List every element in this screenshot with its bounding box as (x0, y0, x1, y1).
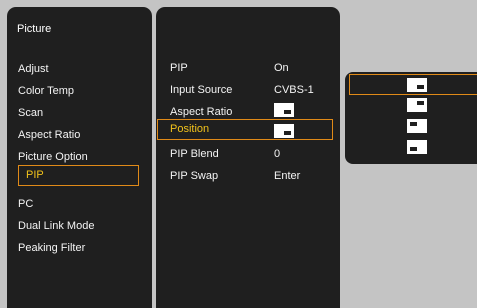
menu-item-pc[interactable]: PC (18, 197, 33, 211)
menu-item-adjust[interactable]: Adjust (18, 62, 49, 76)
menu-item-color-temp[interactable]: Color Temp (18, 84, 74, 98)
menu-item-pip-label: PIP (26, 169, 44, 181)
submenu-label-pip-blend: PIP Blend (170, 148, 219, 160)
submenu-label-pip: PIP (170, 62, 188, 74)
menu-item-picture-option[interactable]: Picture Option (18, 150, 88, 164)
position-option-top-left[interactable] (407, 119, 427, 133)
submenu-value-pip: On (274, 62, 289, 74)
submenu-value-pip-swap: Enter (274, 170, 301, 182)
submenu-label-input-source: Input Source (170, 84, 233, 96)
position-option-top-right[interactable] (407, 98, 427, 112)
pip-submenu-panel: PIP On Input Source CVBS-1 Aspect Ratio … (156, 7, 340, 308)
menu-item-dual-link-mode[interactable]: Dual Link Mode (18, 219, 94, 233)
submenu-label-pip-swap: PIP Swap (170, 170, 219, 182)
position-options-panel (345, 72, 477, 164)
menu-item-pip[interactable]: PIP (18, 165, 139, 186)
picture-menu-panel: Picture Adjust Color Temp Scan Aspect Ra… (7, 7, 152, 308)
submenu-value-input-source: CVBS-1 (274, 84, 314, 96)
position-option-bottom-left[interactable] (407, 140, 427, 154)
submenu-label-position: Position (170, 123, 210, 135)
aspect-ratio-icon (274, 103, 294, 117)
menu-item-scan[interactable]: Scan (18, 106, 43, 120)
submenu-value-pip-blend: 0 (274, 148, 281, 160)
menu-title: Picture (17, 23, 52, 35)
menu-item-peaking-filter[interactable]: Peaking Filter (18, 241, 85, 255)
submenu-label-aspect-ratio: Aspect Ratio (170, 106, 233, 118)
pip-bottom-right-icon (407, 78, 427, 92)
pip-bottom-right-icon (274, 124, 294, 138)
menu-item-aspect-ratio[interactable]: Aspect Ratio (18, 128, 80, 142)
